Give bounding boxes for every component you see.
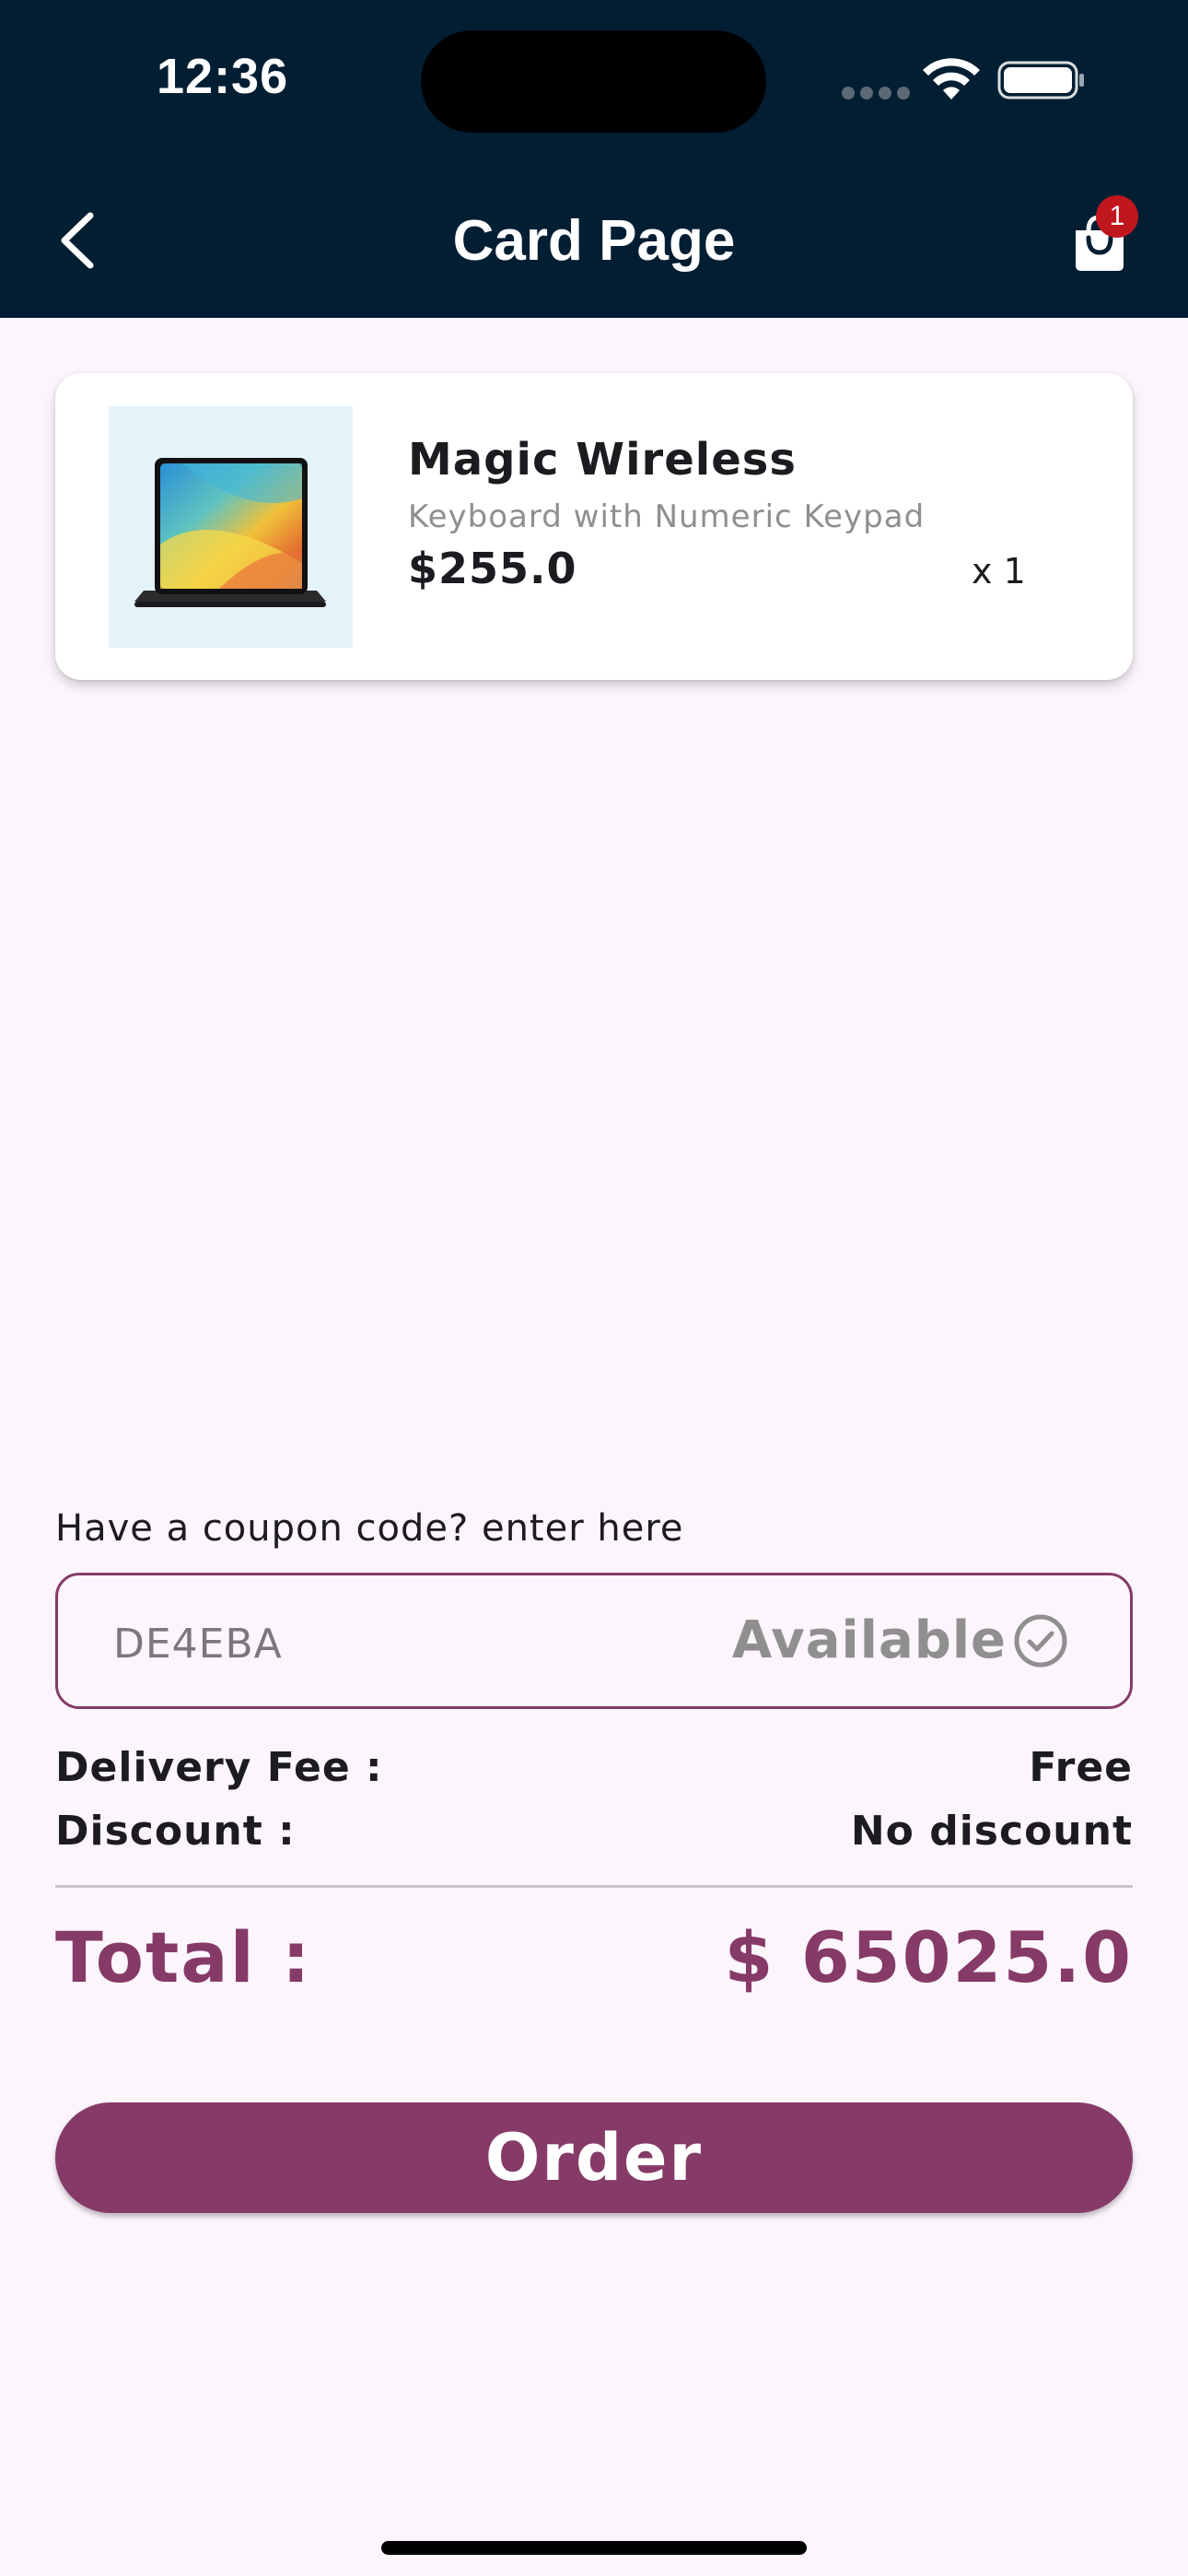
app-header: 12:36 Card Page 1 [0, 0, 1188, 318]
product-subtitle: Keyboard with Numeric Keypad [408, 498, 926, 535]
product-name: Magic Wireless [408, 434, 797, 486]
page-title: Card Page [452, 209, 736, 273]
delivery-fee-value: Free [1029, 1744, 1133, 1791]
status-bar-time: 12:36 [157, 49, 289, 104]
cart-item-card[interactable]: Magic Wireless Keyboard with Numeric Key… [55, 373, 1133, 680]
product-price: $255.0 [408, 544, 577, 593]
total-value: $ 65025.0 [724, 1916, 1133, 1998]
wifi-icon [923, 58, 980, 100]
cart-badge: 1 [1096, 195, 1138, 238]
cellular-signal-icon [842, 87, 910, 100]
coupon-code-input[interactable] [113, 1616, 666, 1671]
coupon-field[interactable]: Available [55, 1573, 1133, 1709]
home-indicator[interactable] [381, 2541, 807, 2555]
battery-icon [997, 61, 1084, 100]
product-quantity: x 1 [972, 551, 1026, 591]
discount-label: Discount : [55, 1808, 296, 1855]
product-image [109, 406, 353, 648]
delivery-fee-label: Delivery Fee : [55, 1744, 383, 1791]
dynamic-island [421, 30, 766, 133]
total-label: Total : [55, 1916, 312, 1998]
coupon-status: Available [732, 1610, 1069, 1670]
summary-divider [55, 1885, 1133, 1888]
order-button[interactable]: Order [55, 2102, 1133, 2213]
discount-value: No discount [850, 1808, 1133, 1855]
check-circle-icon [1014, 1614, 1067, 1667]
cart-button[interactable]: 1 [1068, 195, 1142, 278]
coupon-prompt: Have a coupon code? enter here [55, 1507, 684, 1550]
coupon-status-label: Available [731, 1610, 1007, 1670]
